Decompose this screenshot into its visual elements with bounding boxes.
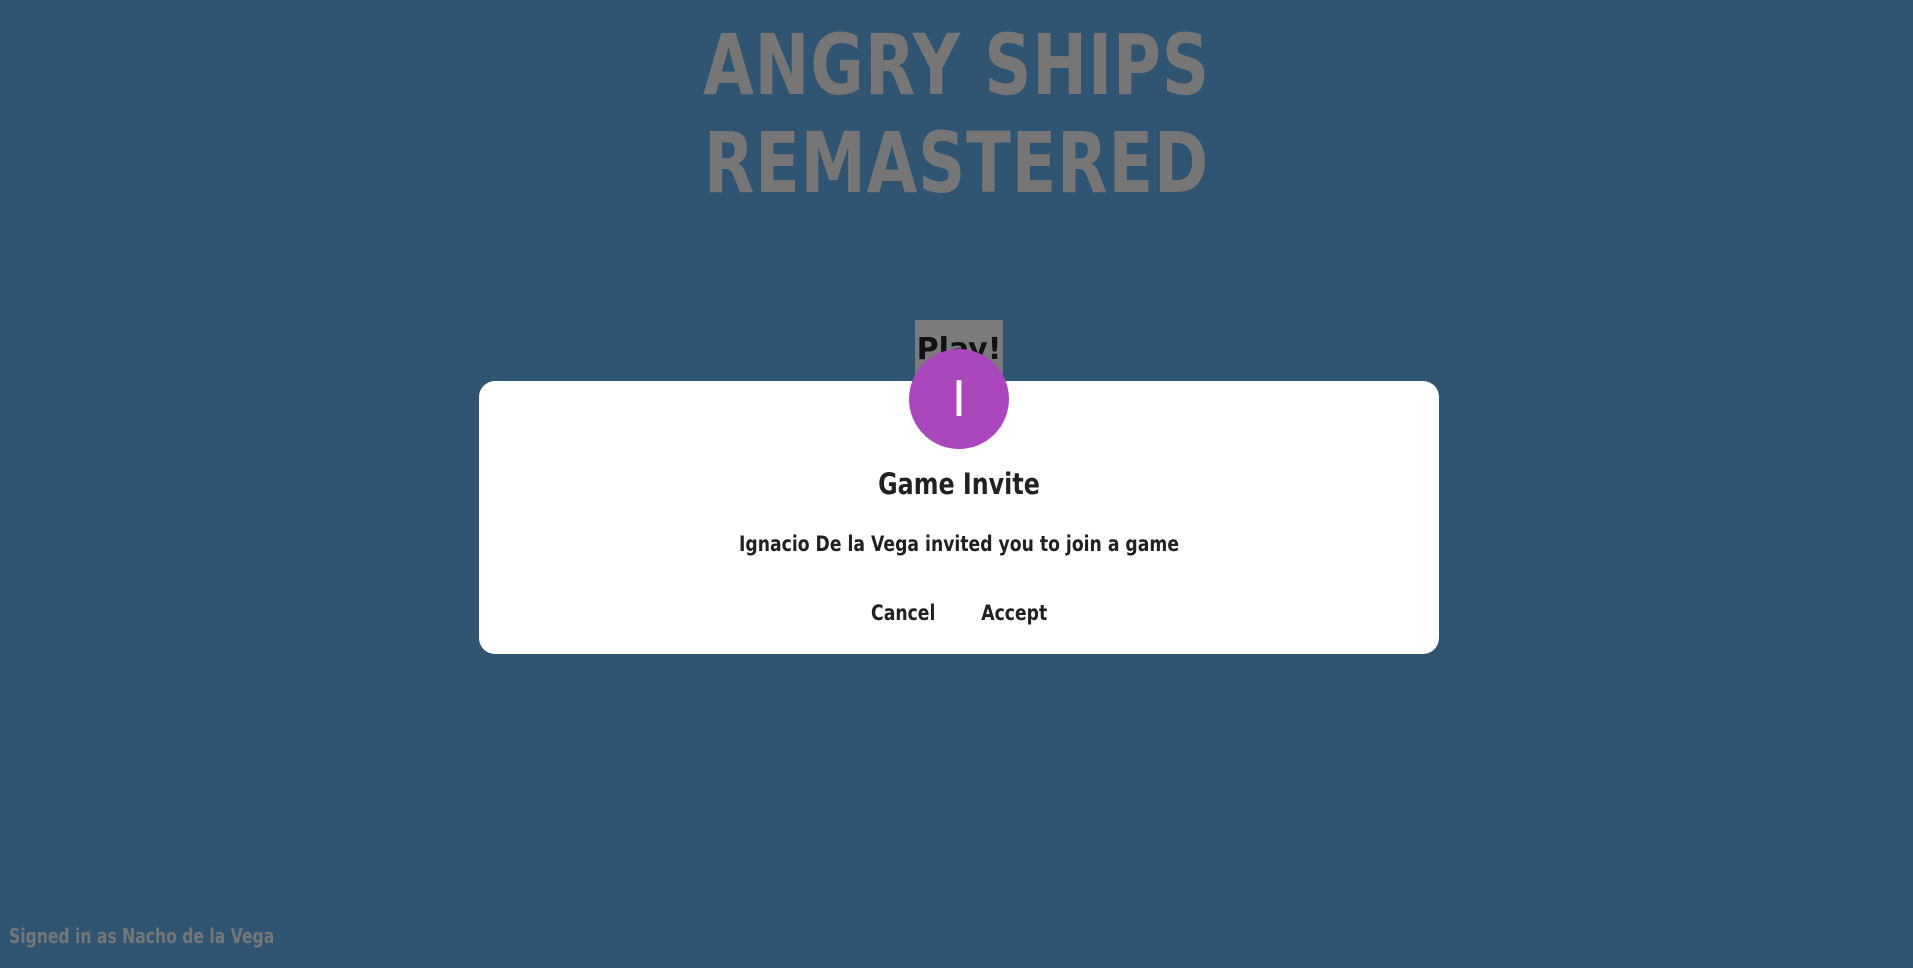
signed-in-status: Signed in as Nacho de la Vega bbox=[9, 924, 275, 948]
app-title-line2: REMASTERED bbox=[703, 114, 1210, 212]
cancel-button[interactable]: Cancel bbox=[866, 597, 940, 629]
dialog-title: Game Invite bbox=[878, 467, 1040, 501]
dialog-actions: Cancel Accept bbox=[479, 597, 1439, 629]
app-title: ANGRY SHIPS REMASTERED bbox=[210, 16, 1702, 212]
avatar: I bbox=[909, 349, 1009, 449]
accept-button[interactable]: Accept bbox=[976, 597, 1052, 629]
app-title-line1: ANGRY SHIPS bbox=[703, 16, 1210, 114]
dialog-message: Ignacio De la Vega invited you to join a… bbox=[738, 532, 1180, 556]
